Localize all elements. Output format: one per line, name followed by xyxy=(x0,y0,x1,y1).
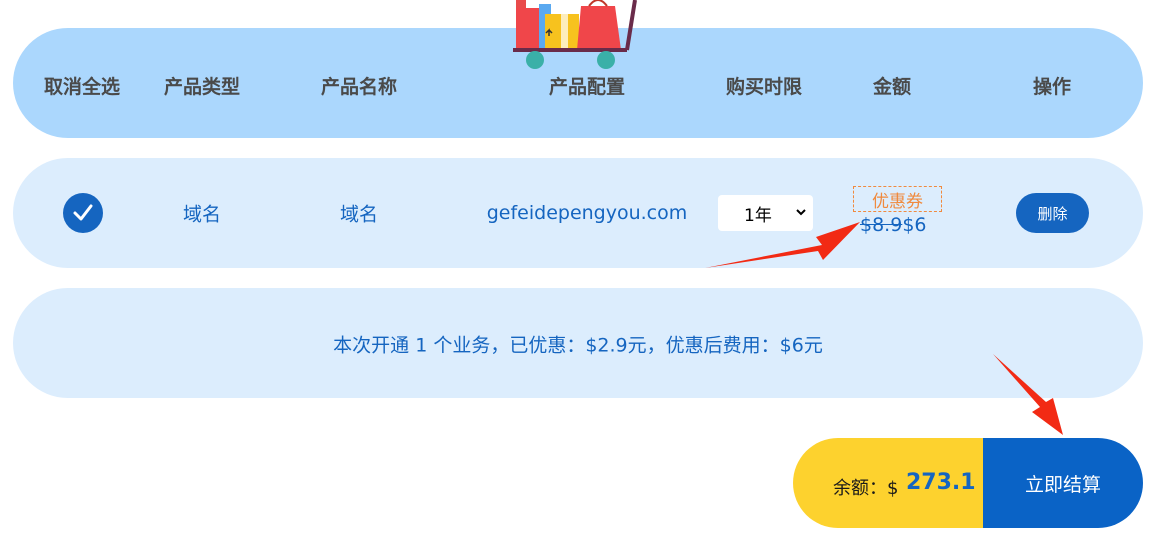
product-name-cell: 域名 xyxy=(339,203,379,226)
balance-label: 余额：$ xyxy=(833,478,899,499)
delete-button[interactable]: 删除 xyxy=(1016,193,1089,233)
balance-value: 273.1 xyxy=(906,470,976,495)
checkout-button[interactable]: 立即结算 xyxy=(983,438,1143,528)
shopping-cart-illustration xyxy=(513,0,637,69)
new-price: $6 xyxy=(902,214,927,236)
old-price: $8.9 xyxy=(860,214,903,236)
product-type-cell: 域名 xyxy=(182,203,222,226)
header-product-config: 产品配置 xyxy=(548,76,626,98)
header-purchase-period: 购买时限 xyxy=(725,76,803,98)
header-product-name: 产品名称 xyxy=(320,76,398,98)
checkmark-icon xyxy=(73,204,93,221)
period-select[interactable]: 1年 xyxy=(718,195,813,231)
period-select-value: 1年 xyxy=(744,205,772,226)
header-select-all[interactable]: 取消全选 xyxy=(44,72,120,99)
header-actions: 操作 xyxy=(1032,76,1072,98)
coupon-badge[interactable]: 优惠券 xyxy=(853,186,942,212)
chevron-down-icon xyxy=(796,209,806,216)
row-checkbox[interactable] xyxy=(63,193,103,233)
header-product-type: 产品类型 xyxy=(163,76,241,98)
product-config-cell: gefeidepengyou.com xyxy=(486,202,688,224)
header-amount: 金额 xyxy=(872,76,912,98)
price-cell: $8.9$6 xyxy=(860,214,927,236)
order-summary-text: 本次开通 1 个业务，已优惠：$2.9元，优惠后费用：$6元 xyxy=(333,334,823,357)
